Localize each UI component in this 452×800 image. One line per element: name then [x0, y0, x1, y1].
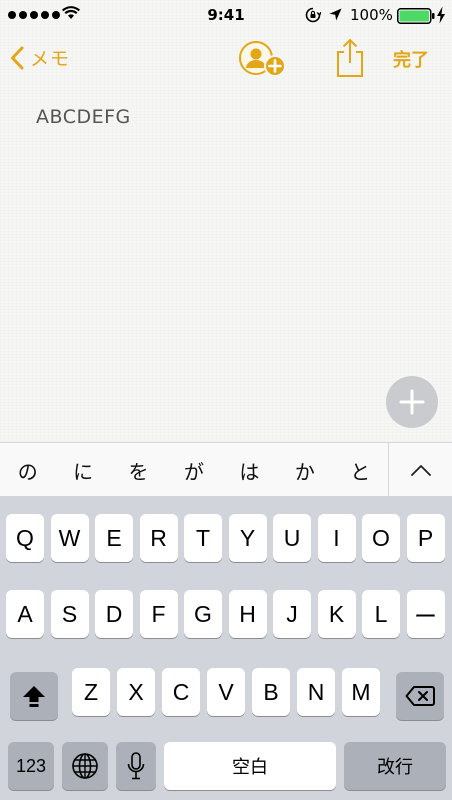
key-ー[interactable]: ー	[406, 590, 445, 638]
candidate-item[interactable]: を	[111, 443, 166, 497]
delete-key[interactable]	[396, 672, 444, 720]
return-key[interactable]: 改行	[344, 742, 446, 790]
key-u[interactable]: U	[273, 514, 311, 562]
key-i[interactable]: I	[317, 514, 356, 562]
key-n[interactable]: N	[297, 668, 335, 716]
key-m[interactable]: M	[342, 668, 380, 716]
globe-icon	[72, 753, 98, 779]
battery-percentage: 100%	[350, 6, 393, 24]
keyboard: 123 空白 改行 QWERTYUIOP ASDFGHJKLー ZXCVBNM	[0, 496, 452, 800]
key-d[interactable]: D	[95, 590, 133, 638]
key-w[interactable]: W	[50, 514, 89, 562]
key-e[interactable]: E	[95, 514, 133, 562]
plus-icon	[399, 389, 425, 415]
key-b[interactable]: B	[252, 668, 290, 716]
status-bar: 9:41 100%	[0, 0, 452, 32]
notes-screen: 9:41 100% メモ 完了 ABCDEFG の に を が は か と 12…	[0, 0, 452, 800]
done-button[interactable]: 完了	[393, 46, 429, 72]
key-v[interactable]: V	[207, 668, 245, 716]
key-c[interactable]: C	[162, 668, 200, 716]
battery-icon	[397, 8, 435, 24]
key-s[interactable]: S	[50, 590, 89, 638]
candidate-item[interactable]: の	[0, 443, 55, 497]
key-f[interactable]: F	[139, 590, 178, 638]
backspace-icon	[405, 686, 435, 706]
add-person-icon[interactable]	[238, 40, 290, 80]
shift-icon	[23, 686, 45, 707]
dictation-key[interactable]	[116, 742, 156, 790]
candidate-list: のにをがはかと	[0, 443, 388, 497]
chevron-left-icon	[11, 46, 24, 69]
key-x[interactable]: X	[117, 668, 155, 716]
key-l[interactable]: L	[362, 590, 400, 638]
chevron-up-icon	[410, 465, 431, 476]
key-z[interactable]: Z	[72, 668, 110, 716]
key-q[interactable]: Q	[6, 514, 44, 562]
microphone-icon	[127, 752, 145, 780]
add-attachment-button[interactable]	[386, 376, 438, 428]
ime-candidate-bar: のにをがはかと	[0, 442, 452, 497]
candidate-item[interactable]: が	[166, 443, 221, 497]
back-button[interactable]: メモ	[10, 44, 70, 71]
expand-candidates-button[interactable]	[388, 443, 452, 497]
space-key[interactable]: 空白	[164, 742, 336, 790]
key-j[interactable]: J	[273, 590, 311, 638]
candidate-item[interactable]: と	[333, 443, 388, 497]
back-button-label: メモ	[30, 48, 71, 70]
key-t[interactable]: T	[184, 514, 222, 562]
numbers-key[interactable]: 123	[8, 742, 54, 790]
candidate-item[interactable]: か	[277, 443, 332, 497]
key-k[interactable]: K	[317, 590, 356, 638]
share-icon[interactable]	[334, 38, 366, 78]
candidate-item[interactable]: は	[222, 443, 277, 497]
key-r[interactable]: R	[139, 514, 178, 562]
key-a[interactable]: A	[6, 590, 44, 638]
key-y[interactable]: Y	[228, 514, 267, 562]
candidate-item[interactable]: に	[55, 443, 110, 497]
key-p[interactable]: P	[406, 514, 445, 562]
location-arrow-icon	[329, 8, 342, 21]
key-h[interactable]: H	[228, 590, 267, 638]
shift-key[interactable]	[10, 672, 58, 720]
key-o[interactable]: O	[362, 514, 400, 562]
key-g[interactable]: G	[184, 590, 222, 638]
note-body-text[interactable]: ABCDEFG	[36, 106, 131, 128]
globe-key[interactable]	[62, 742, 108, 790]
orientation-lock-icon	[305, 7, 321, 23]
charging-bolt-icon	[437, 6, 445, 24]
